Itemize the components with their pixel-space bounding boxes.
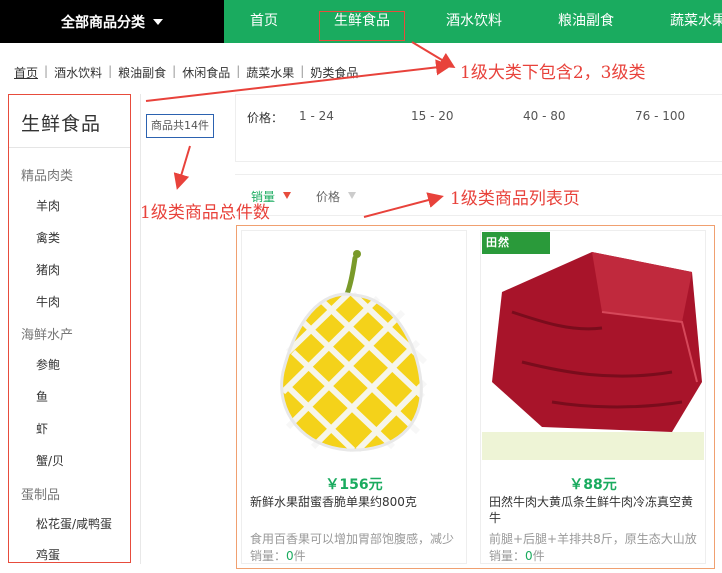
annotation-arrow [173, 145, 191, 190]
annotation-arrow [411, 41, 456, 69]
annotation-arrows [145, 41, 456, 218]
annotation-arrow [145, 59, 452, 102]
annotation-list: 1级类商品列表页 [450, 189, 580, 209]
annotation-total: 1级类商品总件数 [140, 203, 270, 223]
annotation-arrow [363, 192, 444, 218]
annotation-levels: 1级大类下包含2，3级类 [460, 63, 646, 83]
